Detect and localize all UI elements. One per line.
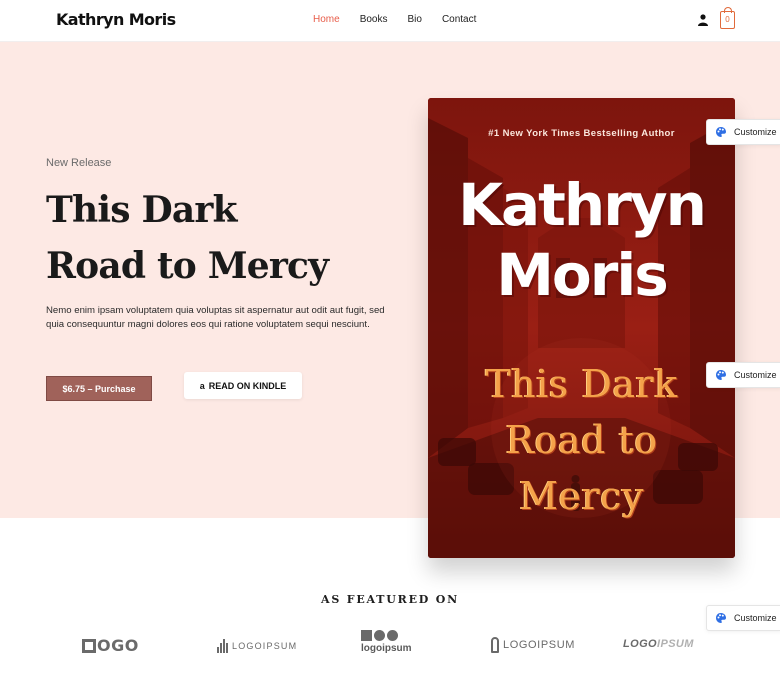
book-title-line2: Road to xyxy=(505,418,658,462)
book-title-line1: This Dark xyxy=(485,362,678,406)
book-author-line2: Moris xyxy=(496,241,669,309)
shapes-logo-icon xyxy=(361,630,398,641)
hero-title-line1: This Dark xyxy=(46,189,238,231)
hero-title-line2: Road to Mercy xyxy=(46,245,329,287)
book-author: Kathryn Moris xyxy=(428,170,735,310)
bars-logo-icon xyxy=(217,639,228,653)
customize-label: Customize xyxy=(734,370,777,380)
featured-logo-3-text: logoipsum xyxy=(361,643,412,654)
cart-button[interactable]: 0 xyxy=(720,7,735,29)
featured-logo-5-text-light: IPSUM xyxy=(657,638,694,650)
book-cover: #1 New York Times Bestselling Author Kat… xyxy=(428,98,735,558)
square-logo-icon xyxy=(82,638,96,653)
customize-button-book[interactable]: Customize xyxy=(706,362,780,388)
kindle-label: READ ON KINDLE xyxy=(208,380,287,391)
hero-description: Nemo enim ipsam voluptatem quia voluptas… xyxy=(46,305,385,330)
palette-icon xyxy=(716,370,726,380)
site-logo[interactable]: Kathryn Moris xyxy=(56,10,176,29)
hero-eyebrow: New Release xyxy=(46,157,112,169)
featured-logo-5-text-dark: LOGO xyxy=(623,638,657,650)
amazon-icon: a xyxy=(199,380,205,391)
featured-logo-2: LOGOIPSUM xyxy=(217,639,297,653)
bulb-logo-icon xyxy=(491,637,499,653)
palette-icon xyxy=(716,127,726,137)
read-on-kindle-button[interactable]: a READ ON KINDLE xyxy=(184,372,302,399)
site-header: Kathryn Moris Home Books Bio Contact 0 xyxy=(0,0,780,42)
featured-logo-1: OGO xyxy=(82,636,139,655)
featured-logo-4-text: LOGOIPSUM xyxy=(503,639,576,651)
cart-count: 0 xyxy=(725,15,730,24)
palette-icon xyxy=(716,613,726,623)
nav-item-home[interactable]: Home xyxy=(313,14,340,25)
user-account-icon[interactable] xyxy=(698,14,708,26)
nav-item-books[interactable]: Books xyxy=(360,14,388,25)
featured-logo-3: logoipsum xyxy=(361,630,412,654)
book-title-line3: Mercy xyxy=(519,474,644,518)
customize-label: Customize xyxy=(734,127,777,137)
featured-logo-5: LOGO IPSUM xyxy=(623,638,694,650)
main-nav: Home Books Bio Contact xyxy=(313,14,496,25)
featured-logos: OGO LOGOIPSUM logoipsum LOGOIPSUM LOGO IP… xyxy=(0,626,780,666)
featured-logo-4: LOGOIPSUM xyxy=(491,637,575,653)
purchase-button[interactable]: $6.75 – Purchase xyxy=(46,376,152,401)
featured-logo-1-text: OGO xyxy=(97,636,139,655)
customize-label: Customize xyxy=(734,613,777,623)
featured-logo-2-text: LOGOIPSUM xyxy=(232,641,298,651)
featured-heading: AS FEATURED ON xyxy=(321,593,459,606)
nav-item-contact[interactable]: Contact xyxy=(442,14,476,25)
book-title: This Dark Road to Mercy xyxy=(428,356,735,524)
book-tagline: #1 New York Times Bestselling Author xyxy=(488,128,675,139)
nav-item-bio[interactable]: Bio xyxy=(407,14,421,25)
hero-title: This Dark Road to Mercy xyxy=(46,182,406,294)
book-author-line1: Kathryn xyxy=(458,171,707,239)
customize-button-hero[interactable]: Customize xyxy=(706,119,780,145)
